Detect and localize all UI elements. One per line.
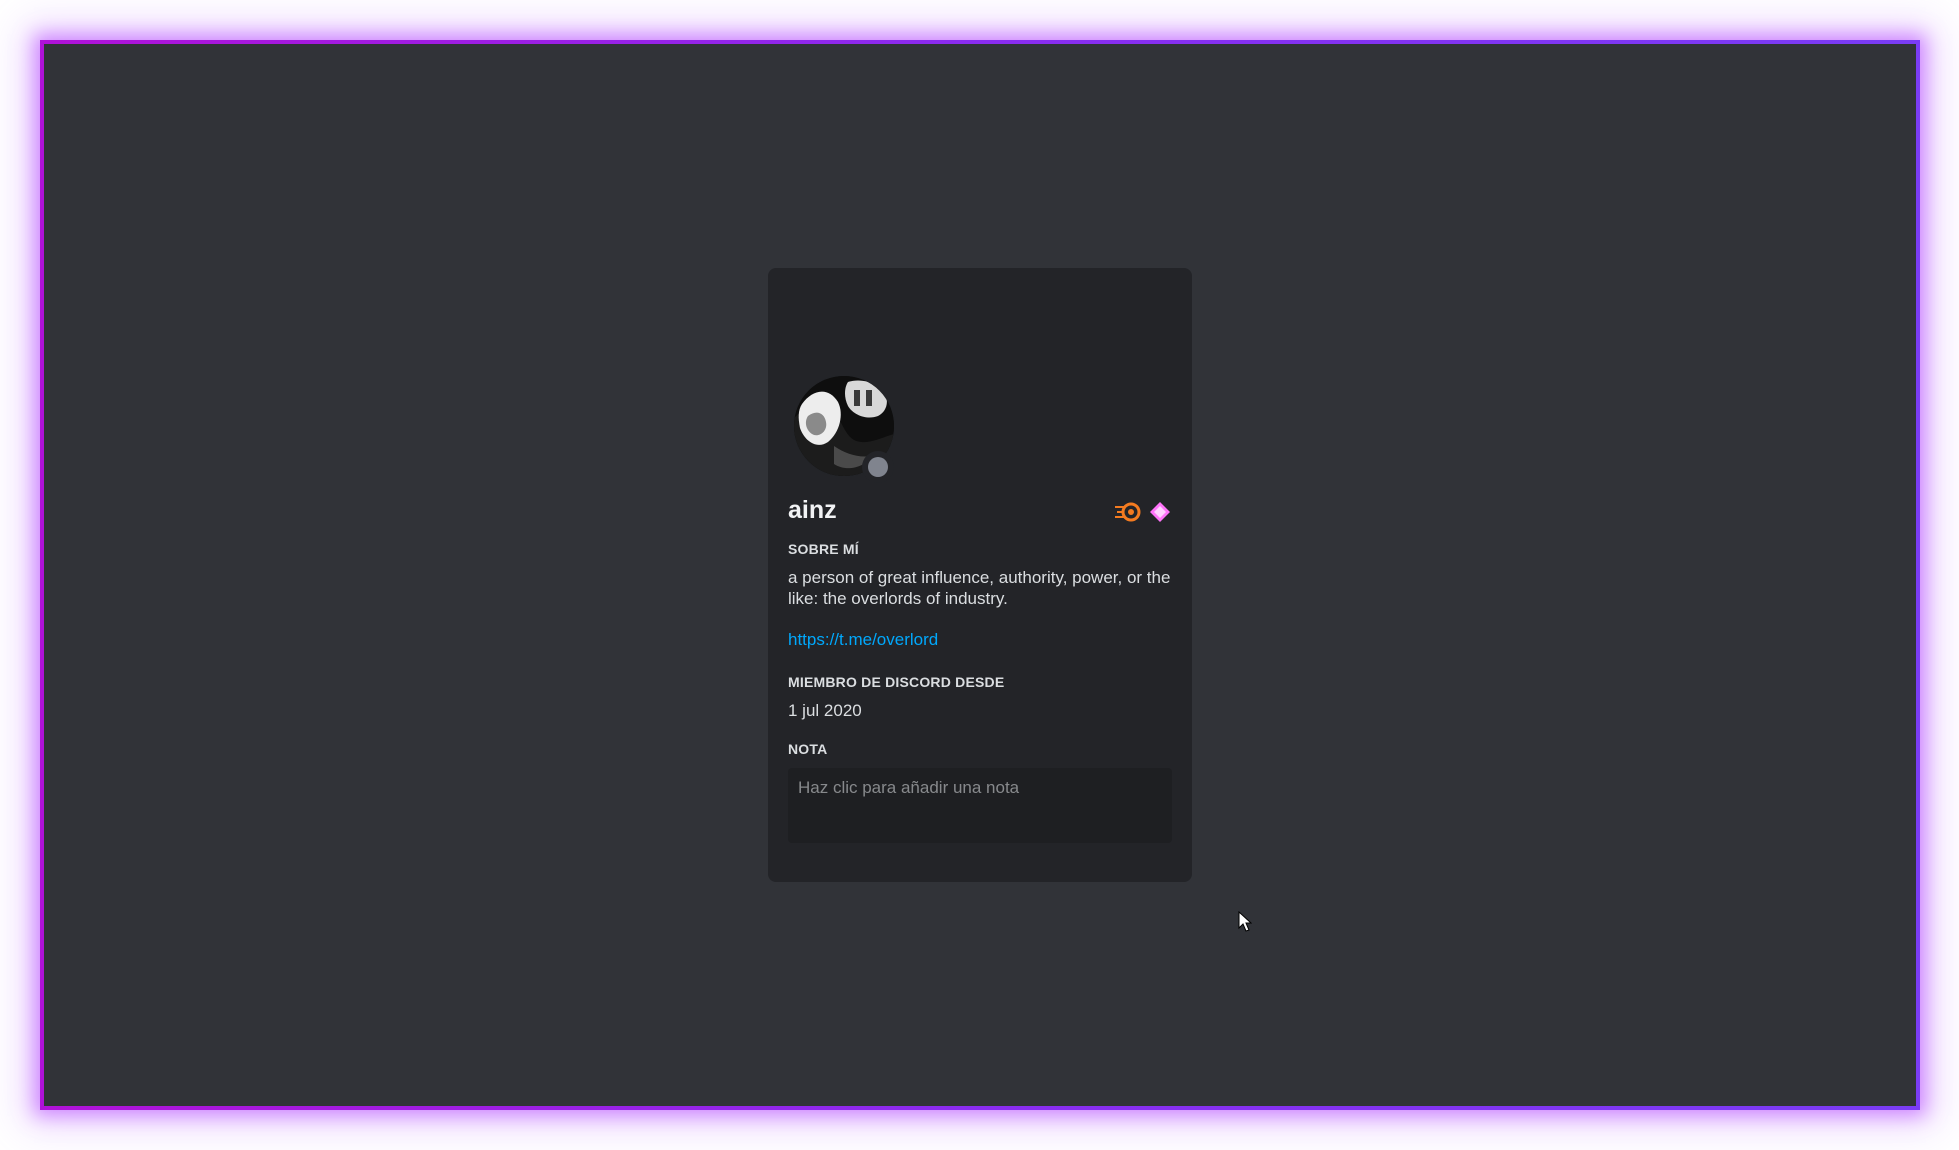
profile-badges — [1114, 500, 1172, 524]
offline-status-icon — [868, 457, 888, 477]
status-indicator — [862, 451, 894, 483]
member-since-value: 1 jul 2020 — [788, 701, 862, 720]
hypesquad-balance-icon[interactable] — [1114, 500, 1142, 524]
user-profile-popout: ainz SOBRE MÍ a person of great influenc… — [768, 268, 1192, 882]
about-me-label: SOBRE MÍ — [788, 541, 859, 557]
username: ainz — [788, 496, 837, 524]
nitro-diamond-icon[interactable] — [1148, 500, 1172, 524]
member-since-label: MIEMBRO DE DISCORD DESDE — [788, 674, 1005, 690]
mouse-cursor-icon — [1238, 911, 1252, 932]
about-me-text: a person of great influence, authority, … — [788, 568, 1171, 608]
note-input[interactable]: Haz clic para añadir una nota — [788, 768, 1172, 843]
note-label: NOTA — [788, 741, 828, 757]
about-me-link[interactable]: https://t.me/overlord — [788, 630, 938, 650]
